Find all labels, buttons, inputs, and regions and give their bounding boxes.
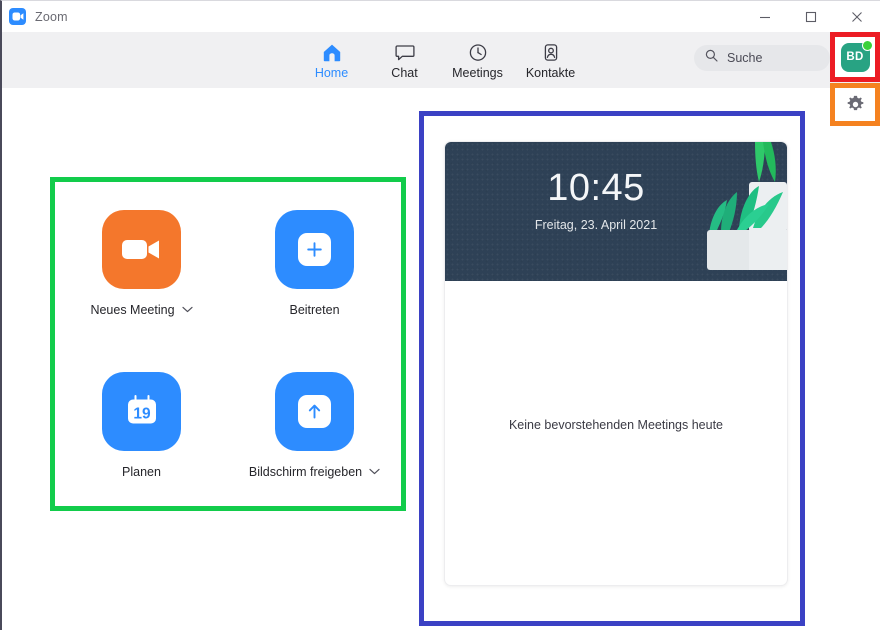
status-badge [861, 39, 873, 51]
search-input[interactable]: Suche [694, 45, 830, 71]
close-icon[interactable] [834, 1, 880, 32]
tab-chat-label: Chat [391, 66, 418, 80]
share-screen-label: Bildschirm freigeben [248, 464, 363, 479]
schedule-label: Planen [122, 464, 161, 479]
window-controls [742, 1, 880, 32]
share-screen-label-row: Bildschirm freigeben [249, 465, 380, 479]
clock-time: 10:45 [547, 167, 645, 209]
search-placeholder: Suche [727, 51, 763, 65]
clock-text: 10:45 Freitag, 23. April 2021 [445, 169, 787, 232]
avatar[interactable]: BD [840, 39, 873, 72]
tab-home[interactable]: Home [295, 40, 368, 80]
zoom-app-window: Zoom Home Chat Meetings Kontakte Suche B… [0, 0, 880, 630]
search-icon [705, 49, 718, 67]
minimize-icon[interactable] [742, 1, 788, 32]
home-icon [322, 40, 342, 62]
calendar-icon: 19 [102, 371, 181, 451]
title-bar: Zoom [2, 1, 880, 32]
window-title: Zoom [35, 9, 68, 24]
upcoming-meetings-card: 10:45 Freitag, 23. April 2021 Keine bevo… [444, 141, 788, 586]
nav-tabs: Home Chat Meetings Kontakte [295, 40, 587, 80]
join-meeting-label-row: Beitreten [289, 303, 339, 317]
join-meeting-button[interactable]: Beitreten [275, 209, 354, 317]
clock-date: Freitag, 23. April 2021 [534, 218, 658, 232]
empty-state-text: Keine bevorstehenden Meetings heute [508, 418, 724, 432]
gear-icon[interactable] [846, 95, 865, 114]
video-camera-icon [101, 209, 181, 289]
zoom-camera-logo-icon [9, 8, 26, 25]
tab-kontakte[interactable]: Kontakte [514, 40, 587, 80]
share-screen-button[interactable]: Bildschirm freigeben [249, 371, 380, 479]
plus-icon [275, 209, 354, 289]
contact-person-icon [541, 40, 561, 62]
home-action-grid: Neues Meeting Beitreten 19 Planen Bildsc… [55, 182, 401, 506]
schedule-button[interactable]: 19 Planen [102, 371, 181, 479]
avatar-initials: BD [846, 51, 864, 63]
schedule-label-row: Planen [122, 465, 161, 479]
tab-kontakte-label: Kontakte [525, 66, 576, 80]
avatar-highlight-box: BD [830, 32, 880, 82]
new-meeting-label-row: Neues Meeting [90, 302, 193, 317]
share-screen-arrow-icon [275, 371, 354, 451]
tab-chat[interactable]: Chat [368, 40, 441, 80]
actions-highlight-box: Neues Meeting Beitreten 19 Planen Bildsc… [50, 177, 406, 511]
clock-icon [468, 40, 488, 62]
new-meeting-button[interactable]: Neues Meeting [90, 209, 193, 317]
tab-meetings-label: Meetings [452, 66, 503, 80]
clock-banner: 10:45 Freitag, 23. April 2021 [445, 142, 787, 281]
settings-highlight-box [830, 83, 880, 126]
meeting-panel-highlight-box: 10:45 Freitag, 23. April 2021 Keine bevo… [419, 111, 805, 626]
svg-text:19: 19 [133, 406, 151, 423]
new-meeting-label: Neues Meeting [90, 302, 175, 317]
chevron-down-icon[interactable] [369, 468, 380, 475]
meetings-list-body: Keine bevorstehenden Meetings heute [445, 281, 787, 585]
tab-home-label: Home [314, 66, 349, 80]
join-meeting-label: Beitreten [289, 302, 340, 317]
chevron-down-icon[interactable] [181, 306, 193, 313]
tab-meetings[interactable]: Meetings [441, 40, 514, 80]
maximize-icon[interactable] [788, 1, 834, 32]
chat-bubble-icon [394, 40, 415, 62]
